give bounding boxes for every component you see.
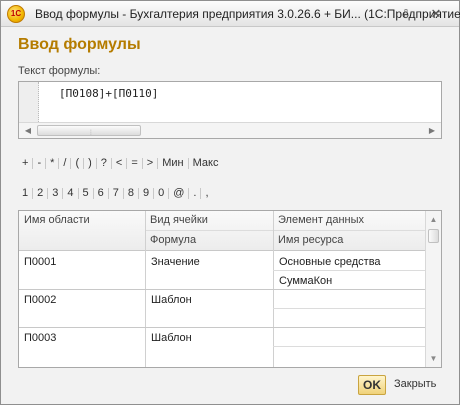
header-area-name[interactable]: Имя области <box>19 211 95 229</box>
digit-button[interactable]: . <box>189 187 200 199</box>
digit-button[interactable]: 4 <box>63 187 77 199</box>
header-divider <box>145 230 425 231</box>
operator-button[interactable]: ) <box>84 157 96 169</box>
close-button[interactable]: Закрыть <box>394 378 436 390</box>
row-subdivider <box>273 346 425 347</box>
operator-button[interactable]: Макс <box>189 157 223 169</box>
digit-button[interactable]: 1 <box>18 187 32 199</box>
scroll-left-icon[interactable]: ◀ <box>21 124 35 137</box>
formula-text[interactable]: [П0108]+[П0110] <box>59 87 158 100</box>
operator-button[interactable]: Мин <box>158 157 187 169</box>
formula-text-label: Текст формулы: <box>18 65 101 77</box>
app-logo-icon[interactable]: 1С <box>7 5 25 23</box>
digit-button[interactable]: 0 <box>154 187 168 199</box>
horizontal-scrollbar[interactable]: ◀ ⋮ ▶ <box>19 122 441 138</box>
cell-kind: Шаблон <box>151 294 192 306</box>
formula-editor[interactable]: [П0108]+[П0110] ◀ ⋮ ▶ <box>18 81 442 139</box>
title-bar: 1С Ввод формулы - Бухгалтерия предприяти… <box>1 1 460 27</box>
digit-button[interactable]: 7 <box>109 187 123 199</box>
operator-button[interactable]: + <box>18 157 32 169</box>
vertical-scrollbar[interactable]: ▲ ▼ <box>425 211 441 367</box>
formula-dialog: 1С Ввод формулы - Бухгалтерия предприяти… <box>0 0 460 405</box>
operator-button[interactable]: > <box>143 157 157 169</box>
scrollbar-thumb[interactable]: ⋮ <box>37 125 141 136</box>
operator-buttons: + - * /()? < = > Мин Макс <box>18 157 222 173</box>
operator-button[interactable]: < <box>112 157 126 169</box>
digit-button[interactable]: 8 <box>124 187 138 199</box>
row-divider <box>19 327 425 328</box>
scroll-up-icon[interactable]: ▲ <box>427 213 440 226</box>
header-cell-kind[interactable]: Вид ячейки <box>145 211 213 229</box>
digit-button[interactable]: , <box>201 187 212 199</box>
operator-button[interactable]: = <box>127 157 141 169</box>
operator-button[interactable]: / <box>59 157 70 169</box>
row-subdivider <box>273 270 425 271</box>
header-formula[interactable]: Формула <box>145 231 201 249</box>
scrollbar-thumb[interactable] <box>428 229 439 243</box>
digit-button[interactable]: 2 <box>33 187 47 199</box>
cell-element: Основные средства <box>279 256 381 268</box>
editor-gutter <box>19 82 39 122</box>
dialog-content: Ввод формулы Текст формулы: [П0108]+[П01… <box>2 28 458 404</box>
grip-icon: ⋮ <box>88 130 94 136</box>
operator-button[interactable]: ( <box>71 157 83 169</box>
areas-table[interactable]: Имя области Вид ячейки Формула Элемент д… <box>18 210 442 368</box>
digit-button[interactable]: 3 <box>48 187 62 199</box>
digit-button[interactable]: 6 <box>94 187 108 199</box>
cell-kind: Значение <box>151 256 200 268</box>
operator-button[interactable]: - <box>33 157 45 169</box>
scroll-right-icon[interactable]: ▶ <box>425 124 439 137</box>
row-subdivider <box>273 308 425 309</box>
digit-button[interactable]: 5 <box>79 187 93 199</box>
scroll-down-icon[interactable]: ▼ <box>427 352 440 365</box>
cell-area: П0001 <box>24 256 57 268</box>
cell-resource: СуммаКон <box>279 275 333 287</box>
header-data-element[interactable]: Элемент данных <box>273 211 369 229</box>
table-header: Имя области Вид ячейки Формула Элемент д… <box>19 211 425 251</box>
operator-button[interactable]: ? <box>97 157 111 169</box>
operator-button[interactable]: * <box>46 157 58 169</box>
digit-button[interactable]: 9 <box>139 187 153 199</box>
digit-button[interactable]: @ <box>169 187 188 199</box>
row-divider <box>19 289 425 290</box>
window-menu-icon[interactable]: ⇩ <box>397 5 415 23</box>
page-title: Ввод формулы <box>18 36 141 53</box>
cell-area: П0003 <box>24 332 57 344</box>
cell-area: П0002 <box>24 294 57 306</box>
close-window-icon[interactable]: ✕ <box>427 5 445 23</box>
cell-kind: Шаблон <box>151 332 192 344</box>
header-resource-name[interactable]: Имя ресурса <box>273 231 348 249</box>
digit-buttons: 1 2 3 4 5 6 7 8 9 0 @., <box>18 187 213 203</box>
ok-button[interactable]: OK <box>358 375 386 395</box>
